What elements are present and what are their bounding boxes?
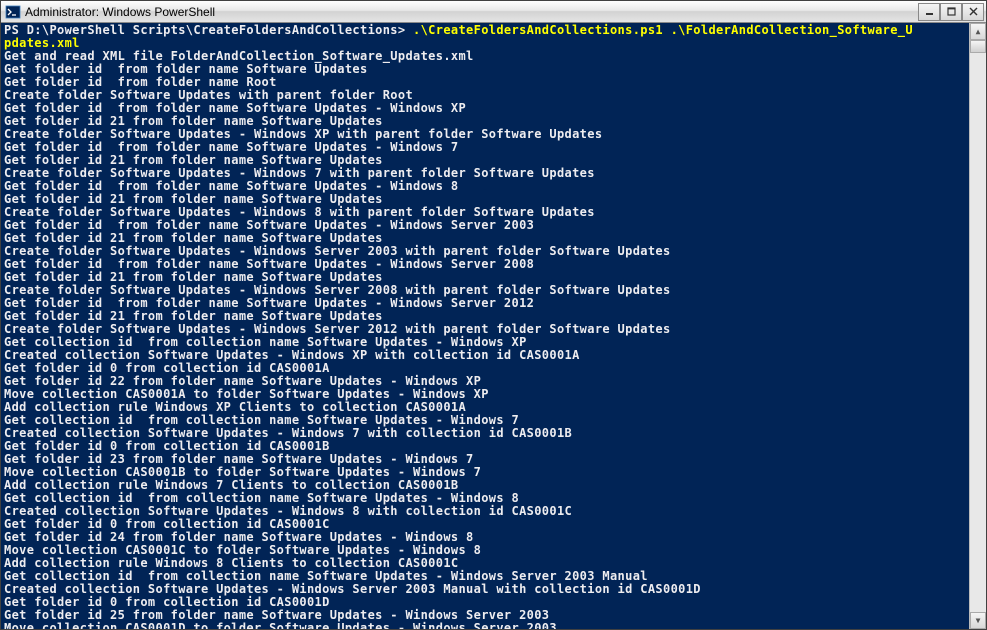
output-line: Get folder id 21 from folder name Softwa… (4, 309, 383, 323)
output-line: Get folder id 21 from folder name Softwa… (4, 192, 383, 206)
output-line: Get folder id 0 from collection id CAS00… (4, 439, 330, 453)
output-line: Move collection CAS0001A to folder Softw… (4, 387, 489, 401)
powershell-icon (5, 4, 21, 20)
output-line: Add collection rule Windows XP Clients t… (4, 400, 466, 414)
output-line: Get folder id 21 from folder name Softwa… (4, 153, 383, 167)
output-line: Get folder id from folder name Software … (4, 101, 466, 115)
prompt: PS D:\PowerShell Scripts\CreateFoldersAn… (4, 23, 413, 37)
titlebar[interactable]: Administrator: Windows PowerShell (1, 1, 986, 23)
output-line: Get folder id from folder name Software … (4, 62, 368, 76)
output-line: Get folder id 0 from collection id CAS00… (4, 361, 330, 375)
close-button[interactable] (962, 3, 984, 21)
output-line: Create folder Software Updates - Windows… (4, 283, 671, 297)
terminal-output[interactable]: PS D:\PowerShell Scripts\CreateFoldersAn… (1, 23, 969, 629)
command-continuation: pdates.xml (4, 36, 80, 50)
command-text: .\CreateFoldersAndCollections.ps1 .\Fold… (413, 23, 913, 37)
powershell-window: Administrator: Windows PowerShell PS D:\… (0, 0, 987, 630)
output-line: Add collection rule Windows 7 Clients to… (4, 478, 458, 492)
output-line: Get folder id from folder name Software … (4, 296, 534, 310)
window-title: Administrator: Windows PowerShell (25, 5, 918, 19)
output-line: Get folder id 0 from collection id CAS00… (4, 517, 330, 531)
output-line: Get folder id from folder name Software … (4, 140, 458, 154)
output-line: Get folder id from folder name Software … (4, 257, 534, 271)
output-line: Create folder Software Updates - Windows… (4, 205, 595, 219)
window-controls (918, 3, 984, 21)
output-line: Add collection rule Windows 8 Clients to… (4, 556, 458, 570)
output-line: Get folder id 23 from folder name Softwa… (4, 452, 474, 466)
output-line: Move collection CAS0001D to folder Softw… (4, 621, 557, 629)
output-line: Get folder id from folder name Software … (4, 179, 458, 193)
maximize-button[interactable] (940, 3, 962, 21)
output-line: Created collection Software Updates - Wi… (4, 582, 701, 596)
output-line: Create folder Software Updates with pare… (4, 88, 413, 102)
scroll-up-button[interactable]: ▲ (970, 23, 986, 40)
output-line: Get collection id from collection name S… (4, 569, 648, 583)
output-line: Get folder id from folder name Root (4, 75, 277, 89)
scroll-thumb[interactable] (970, 40, 986, 53)
output-line: Get folder id 0 from collection id CAS00… (4, 595, 330, 609)
output-line: Move collection CAS0001B to folder Softw… (4, 465, 481, 479)
output-line: Created collection Software Updates - Wi… (4, 504, 572, 518)
output-line: Get folder id 21 from folder name Softwa… (4, 270, 383, 284)
output-line: Create folder Software Updates - Windows… (4, 127, 602, 141)
output-line: Get folder id 22 from folder name Softwa… (4, 374, 481, 388)
output-line: Get folder id from folder name Software … (4, 218, 534, 232)
scroll-track[interactable] (970, 40, 986, 612)
scroll-down-button[interactable]: ▼ (970, 612, 986, 629)
output-line: Create folder Software Updates - Windows… (4, 244, 671, 258)
minimize-button[interactable] (918, 3, 940, 21)
output-line: Get folder id 21 from folder name Softwa… (4, 231, 383, 245)
output-line: Get folder id 24 from folder name Softwa… (4, 530, 474, 544)
output-line: Get collection id from collection name S… (4, 491, 519, 505)
scrollbar[interactable]: ▲ ▼ (969, 23, 986, 629)
output-line: Create folder Software Updates - Windows… (4, 166, 595, 180)
output-line: Get collection id from collection name S… (4, 335, 527, 349)
output-line: Get collection id from collection name S… (4, 413, 519, 427)
output-line: Get and read XML file FolderAndCollectio… (4, 49, 474, 63)
terminal-area: PS D:\PowerShell Scripts\CreateFoldersAn… (1, 23, 986, 629)
output-line: Get folder id 21 from folder name Softwa… (4, 114, 383, 128)
output-line: Created collection Software Updates - Wi… (4, 348, 580, 362)
output-line: Create folder Software Updates - Windows… (4, 322, 671, 336)
output-line: Get folder id 25 from folder name Softwa… (4, 608, 549, 622)
output-line: Move collection CAS0001C to folder Softw… (4, 543, 481, 557)
output-line: Created collection Software Updates - Wi… (4, 426, 572, 440)
